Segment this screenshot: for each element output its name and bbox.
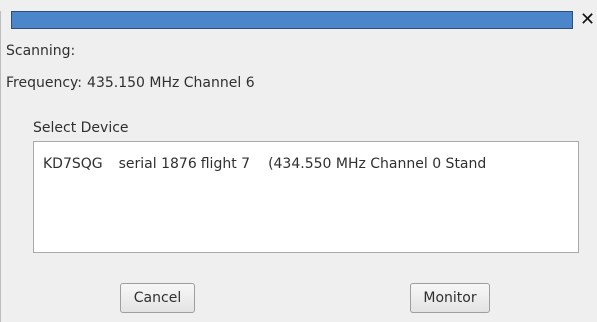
scanning-label: Scanning: [6,43,76,59]
cancel-button[interactable]: Cancel [120,283,195,313]
select-device-title: Select Device [33,120,129,136]
frequency-label: Frequency: [6,75,83,91]
frequency-value: 435.150 MHz Channel 6 [87,75,255,91]
device-list-item[interactable]: KD7SQG serial 1876 flight 7 (434.550 MHz Ch… [43,155,486,173]
frequency-row: Frequency: 435.150 MHz Channel 6 [6,74,255,92]
device-callsign: KD7SQG [43,156,103,172]
device-serial: serial 1876 [118,156,197,172]
scan-dialog: ✕ Scanning: Frequency: 435.150 MHz Channe… [0,0,597,322]
device-list[interactable]: KD7SQG serial 1876 flight 7 (434.550 MHz Ch… [33,141,579,253]
monitor-button[interactable]: Monitor [410,283,490,313]
device-flight: flight 7 [200,156,251,172]
window-left-border [0,11,1,322]
device-detail: (434.550 MHz Channel 0 Stand [268,156,487,172]
title-bar[interactable] [11,11,573,29]
close-icon[interactable]: ✕ [578,9,597,31]
